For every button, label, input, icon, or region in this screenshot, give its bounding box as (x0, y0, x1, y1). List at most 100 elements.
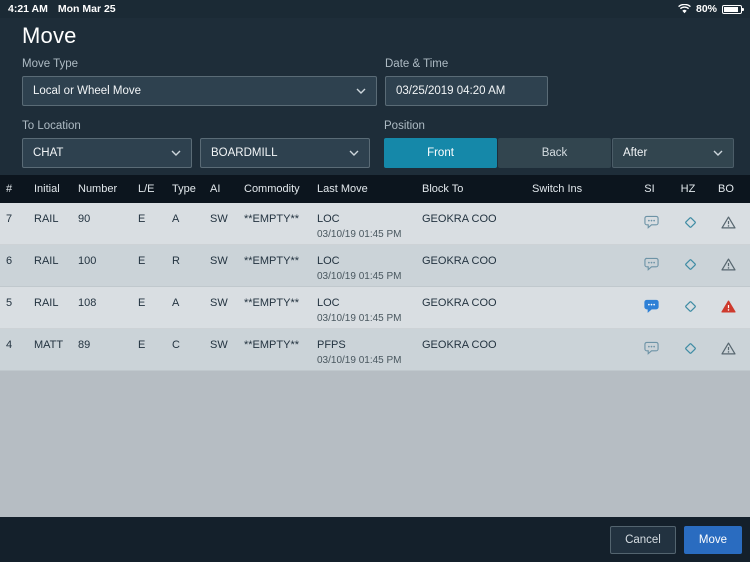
cell-le: E (138, 255, 146, 267)
cell-number: 89 (78, 339, 91, 351)
position-front-button[interactable]: Front (384, 138, 497, 168)
last-move-type: LOC (317, 297, 340, 309)
column-header-bo: BO (718, 183, 734, 195)
cell-initial: RAIL (34, 255, 59, 267)
cell-sequence: 4 (6, 339, 13, 351)
date-label: Mon Mar 25 (57, 3, 116, 15)
wifi-icon (678, 4, 691, 14)
column-header-switch-ins: Switch Ins (532, 183, 583, 195)
cell-last-move: PFPS 03/10/19 01:45 PM (317, 329, 422, 370)
move-type-value: Local or Wheel Move (33, 85, 142, 97)
cell-ai: SW (210, 297, 228, 309)
move-form: Move Move Type Local or Wheel Move Date … (0, 18, 750, 175)
column-header-le: L/E (138, 183, 155, 195)
position-after-select[interactable]: After (612, 138, 734, 168)
table-row[interactable]: 7 RAIL 90 E A SW **EMPTY** LOC 03/10/19 … (0, 203, 750, 245)
last-move-type: PFPS (317, 339, 346, 351)
cell-switch-ins (532, 203, 632, 244)
bo-icon[interactable] (720, 340, 736, 356)
move-type-select[interactable]: Local or Wheel Move (22, 76, 377, 106)
si-icon[interactable] (644, 256, 660, 272)
cell-switch-ins (532, 245, 632, 286)
cell-ai: SW (210, 213, 228, 225)
cell-le: E (138, 339, 146, 351)
column-header-block-to: Block To (422, 183, 464, 195)
cell-switch-ins (532, 287, 632, 328)
cell-switch-ins (532, 329, 632, 370)
cell-number: 90 (78, 213, 91, 225)
cell-sequence: 6 (6, 255, 13, 267)
cell-commodity: **EMPTY** (244, 297, 300, 309)
page-title: Move (22, 23, 77, 48)
last-move-type: LOC (317, 213, 340, 225)
table-header-row: # Initial Number L/E Type AI Commodity L… (0, 175, 750, 203)
cell-ai: SW (210, 339, 228, 351)
cell-block-to: GEOKRA COO (422, 339, 497, 351)
cell-initial: MATT (34, 339, 64, 351)
cell-last-move: LOC 03/10/19 01:45 PM (317, 245, 422, 286)
last-move-date: 03/10/19 01:45 PM (317, 229, 402, 240)
chevron-down-icon (356, 88, 366, 94)
si-icon[interactable] (644, 214, 660, 230)
cell-ai: SW (210, 255, 228, 267)
cell-last-move: LOC 03/10/19 01:45 PM (317, 287, 422, 328)
cell-block-to: GEOKRA COO (422, 213, 497, 225)
cell-initial: RAIL (34, 297, 59, 309)
last-move-date: 03/10/19 01:45 PM (317, 271, 402, 282)
column-header-si: SI (644, 183, 655, 195)
clock-label: 4:21 AM (8, 3, 48, 15)
cell-type: R (172, 255, 180, 267)
cell-block-to: GEOKRA COO (422, 297, 497, 309)
battery-percent-label: 80% (695, 3, 717, 15)
cell-number: 108 (78, 297, 97, 309)
bo-icon[interactable] (720, 256, 736, 272)
table-row[interactable]: 4 MATT 89 E C SW **EMPTY** PFPS 03/10/19… (0, 329, 750, 371)
hz-icon[interactable] (682, 340, 698, 356)
position-back-button[interactable]: Back (498, 138, 611, 168)
column-header-last-move: Last Move (317, 183, 368, 195)
cell-initial: RAIL (34, 213, 59, 225)
cell-last-move: LOC 03/10/19 01:45 PM (317, 203, 422, 244)
table-row[interactable]: 5 RAIL 108 E A SW **EMPTY** LOC 03/10/19… (0, 287, 750, 329)
to-location-select[interactable]: CHAT (22, 138, 192, 168)
cell-commodity: **EMPTY** (244, 339, 300, 351)
bo-icon[interactable] (720, 214, 736, 230)
cancel-button[interactable]: Cancel (610, 525, 676, 554)
chevron-down-icon (713, 150, 723, 156)
date-time-input[interactable]: 03/25/2019 04:20 AM (385, 76, 548, 106)
cars-table: # Initial Number L/E Type AI Commodity L… (0, 175, 750, 371)
action-bar: Cancel Move (0, 517, 750, 562)
column-header-number-sign: # (6, 183, 13, 195)
si-icon[interactable] (644, 298, 660, 314)
move-button[interactable]: Move (683, 525, 742, 554)
column-header-type: Type (172, 183, 196, 195)
column-header-commodity: Commodity (244, 183, 300, 195)
position-label: Position (384, 120, 425, 132)
si-icon[interactable] (644, 340, 660, 356)
last-move-date: 03/10/19 01:45 PM (317, 313, 402, 324)
to-location-track-select[interactable]: BOARDMILL (200, 138, 370, 168)
cell-type: C (172, 339, 180, 351)
hz-icon[interactable] (682, 256, 698, 272)
cell-commodity: **EMPTY** (244, 255, 300, 267)
cell-le: E (138, 213, 146, 225)
cell-sequence: 5 (6, 297, 13, 309)
move-type-label: Move Type (22, 58, 79, 70)
hz-icon[interactable] (682, 214, 698, 230)
cell-block-to: GEOKRA COO (422, 255, 497, 267)
table-row[interactable]: 6 RAIL 100 E R SW **EMPTY** LOC 03/10/19… (0, 245, 750, 287)
column-header-initial: Initial (34, 183, 60, 195)
cell-type: A (172, 213, 180, 225)
to-location-value: CHAT (33, 147, 64, 159)
last-move-type: LOC (317, 255, 340, 267)
cell-type: A (172, 297, 180, 309)
chevron-down-icon (171, 150, 181, 156)
status-bar: 4:21 AM Mon Mar 25 80% (0, 0, 750, 18)
column-header-number: Number (78, 183, 118, 195)
hz-icon[interactable] (682, 298, 698, 314)
bo-icon[interactable] (720, 298, 736, 314)
cell-le: E (138, 297, 146, 309)
cell-number: 100 (78, 255, 97, 267)
date-time-value: 03/25/2019 04:20 AM (396, 85, 506, 97)
chevron-down-icon (349, 150, 359, 156)
